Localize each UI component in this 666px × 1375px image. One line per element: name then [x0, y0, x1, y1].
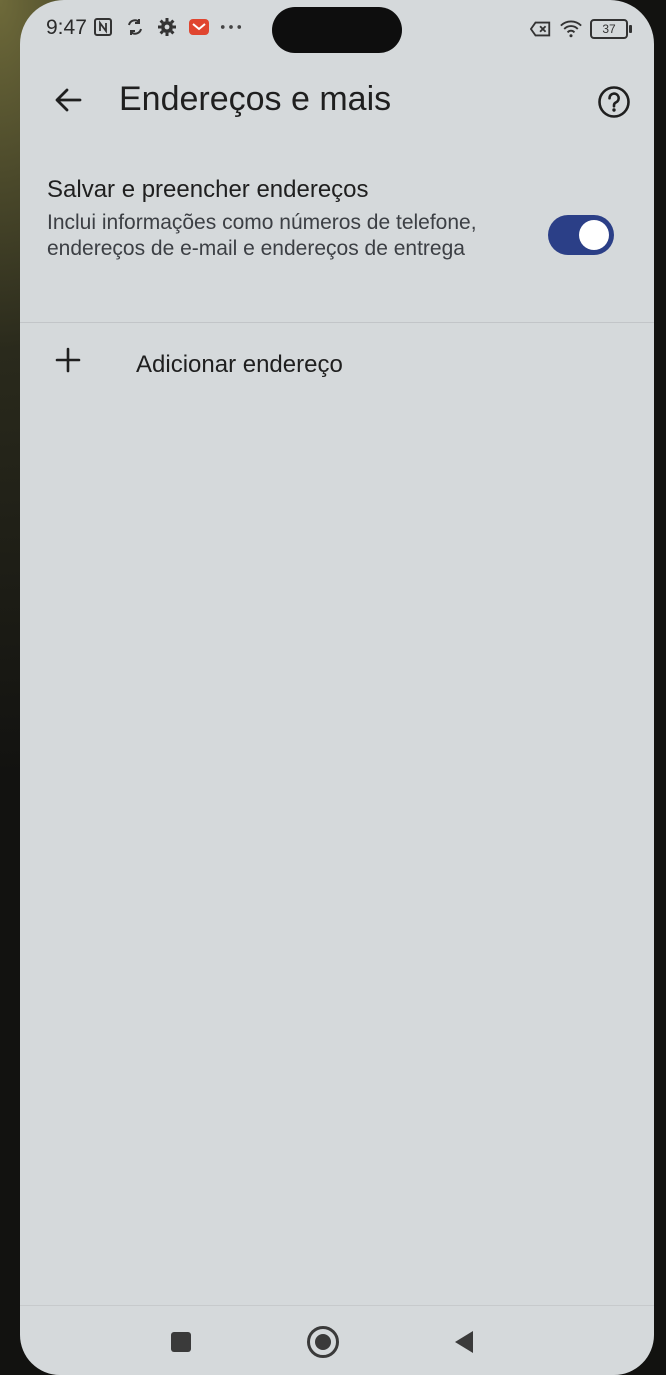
setting-description: Inclui informações como números de telef…	[47, 211, 477, 260]
settings-icon	[156, 16, 178, 38]
camera-notch	[272, 7, 402, 53]
section-divider	[20, 322, 654, 323]
status-icons-left	[92, 16, 242, 38]
page-title: Endereços e mais	[119, 80, 392, 118]
status-time: 9:47	[46, 16, 87, 39]
save-addresses-toggle[interactable]	[548, 215, 614, 255]
status-icons-right: 37	[530, 18, 632, 40]
more-dots-icon	[220, 16, 242, 38]
mail-notification-icon	[188, 16, 210, 38]
plus-icon	[50, 342, 86, 378]
sync-icon	[124, 16, 146, 38]
back-triangle-icon	[455, 1331, 473, 1353]
nav-back-button[interactable]	[442, 1320, 486, 1364]
status-bar: 9:47 37	[20, 0, 654, 62]
phone-device: 9:47 37 Endereços e mais Salvar e preenc…	[0, 0, 666, 1375]
add-address-label: Adicionar endereço	[136, 351, 343, 378]
battery-icon: 37	[590, 19, 632, 39]
arrow-left-icon	[55, 88, 82, 112]
recents-square-icon	[171, 1332, 191, 1352]
back-button[interactable]	[46, 78, 90, 122]
add-address-button[interactable]: Adicionar endereço	[20, 334, 654, 398]
help-button[interactable]	[592, 80, 636, 124]
save-fill-addresses-setting[interactable]: Salvar e preencher endereços Inclui info…	[47, 176, 617, 262]
setting-title: Salvar e preencher endereços	[47, 176, 369, 203]
system-nav-bar	[20, 1306, 654, 1375]
battery-saver-icon	[530, 18, 552, 40]
recents-button[interactable]	[159, 1320, 203, 1364]
app-bar: Endereços e mais	[20, 62, 654, 140]
home-circle-icon	[307, 1326, 339, 1358]
screen: 9:47 37 Endereços e mais Salvar e preenc…	[20, 0, 654, 1375]
help-circle-icon	[598, 86, 630, 118]
home-button[interactable]	[301, 1320, 345, 1364]
nfc-icon	[92, 16, 114, 38]
toggle-knob	[579, 220, 609, 250]
wifi-icon	[560, 18, 582, 40]
